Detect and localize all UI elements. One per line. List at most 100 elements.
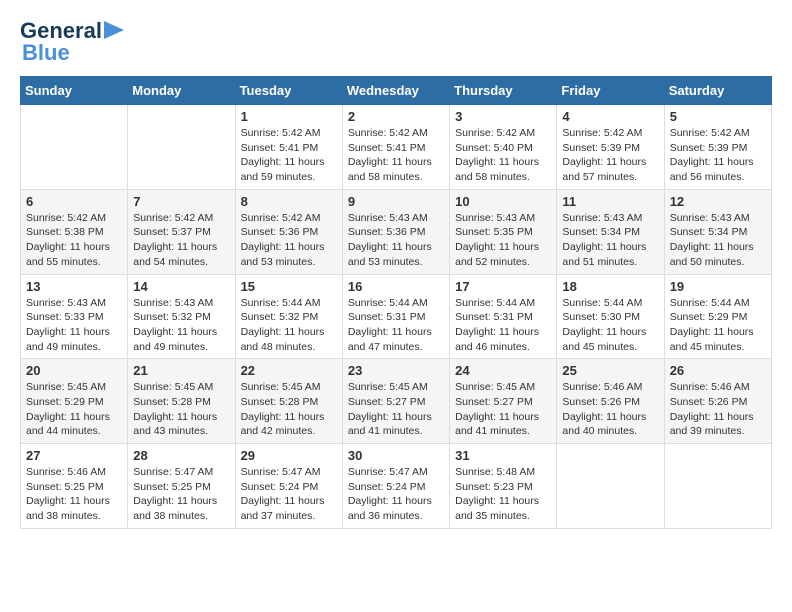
day-info: Sunrise: 5:47 AMSunset: 5:24 PMDaylight:… xyxy=(348,465,444,524)
day-info: Sunrise: 5:43 AMSunset: 5:32 PMDaylight:… xyxy=(133,296,229,355)
calendar-cell: 31 Sunrise: 5:48 AMSunset: 5:23 PMDayligh… xyxy=(450,444,557,529)
calendar-cell: 19 Sunrise: 5:44 AMSunset: 5:29 PMDayligh… xyxy=(664,274,771,359)
day-number: 23 xyxy=(348,363,444,378)
calendar-cell: 23 Sunrise: 5:45 AMSunset: 5:27 PMDayligh… xyxy=(342,359,449,444)
day-header-monday: Monday xyxy=(128,77,235,105)
day-number: 8 xyxy=(241,194,337,209)
day-info: Sunrise: 5:48 AMSunset: 5:23 PMDaylight:… xyxy=(455,465,551,524)
day-number: 11 xyxy=(562,194,658,209)
day-info: Sunrise: 5:43 AMSunset: 5:34 PMDaylight:… xyxy=(670,211,766,270)
day-info: Sunrise: 5:43 AMSunset: 5:34 PMDaylight:… xyxy=(562,211,658,270)
calendar-cell: 2Sunrise: 5:42 AMSunset: 5:41 PMDaylight… xyxy=(342,105,449,190)
calendar-cell: 28Sunrise: 5:47 AMSunset: 5:25 PMDayligh… xyxy=(128,444,235,529)
day-info: Sunrise: 5:42 AMSunset: 5:37 PMDaylight:… xyxy=(133,211,229,270)
logo-arrow-icon xyxy=(104,21,124,39)
day-number: 1 xyxy=(241,109,337,124)
calendar-cell xyxy=(557,444,664,529)
day-number: 22 xyxy=(241,363,337,378)
calendar-cell: 18 Sunrise: 5:44 AMSunset: 5:30 PMDayligh… xyxy=(557,274,664,359)
day-info: Sunrise: 5:42 AMSunset: 5:39 PMDaylight:… xyxy=(670,126,766,185)
day-number: 26 xyxy=(670,363,766,378)
day-info: Sunrise: 5:44 AMSunset: 5:32 PMDaylight:… xyxy=(241,296,337,355)
calendar-cell: 12Sunrise: 5:43 AMSunset: 5:34 PMDayligh… xyxy=(664,189,771,274)
day-info: Sunrise: 5:42 AMSunset: 5:41 PMDaylight:… xyxy=(241,126,337,185)
day-number: 15 xyxy=(241,279,337,294)
day-info: Sunrise: 5:43 AMSunset: 5:33 PMDaylight:… xyxy=(26,296,122,355)
days-header-row: SundayMondayTuesdayWednesdayThursdayFrid… xyxy=(21,77,772,105)
day-header-friday: Friday xyxy=(557,77,664,105)
logo-text: General xyxy=(20,20,102,42)
day-number: 5 xyxy=(670,109,766,124)
week-row-4: 20Sunrise: 5:45 AMSunset: 5:29 PMDayligh… xyxy=(21,359,772,444)
day-info: Sunrise: 5:42 AMSunset: 5:41 PMDaylight:… xyxy=(348,126,444,185)
day-header-wednesday: Wednesday xyxy=(342,77,449,105)
day-info: Sunrise: 5:47 AMSunset: 5:25 PMDaylight:… xyxy=(133,465,229,524)
calendar-cell: 11 Sunrise: 5:43 AMSunset: 5:34 PMDayligh… xyxy=(557,189,664,274)
calendar-cell: 24 Sunrise: 5:45 AMSunset: 5:27 PMDayligh… xyxy=(450,359,557,444)
calendar-cell: 30Sunrise: 5:47 AMSunset: 5:24 PMDayligh… xyxy=(342,444,449,529)
calendar-cell: 10 Sunrise: 5:43 AMSunset: 5:35 PMDayligh… xyxy=(450,189,557,274)
day-number: 29 xyxy=(241,448,337,463)
day-info: Sunrise: 5:43 AMSunset: 5:36 PMDaylight:… xyxy=(348,211,444,270)
calendar-cell: 22Sunrise: 5:45 AMSunset: 5:28 PMDayligh… xyxy=(235,359,342,444)
day-number: 31 xyxy=(455,448,551,463)
day-number: 13 xyxy=(26,279,122,294)
calendar-cell: 20Sunrise: 5:45 AMSunset: 5:29 PMDayligh… xyxy=(21,359,128,444)
day-number: 10 xyxy=(455,194,551,209)
day-info: Sunrise: 5:44 AMSunset: 5:31 PMDaylight:… xyxy=(455,296,551,355)
day-info: Sunrise: 5:46 AMSunset: 5:26 PMDaylight:… xyxy=(562,380,658,439)
day-info: Sunrise: 5:45 AMSunset: 5:27 PMDaylight:… xyxy=(455,380,551,439)
day-info: Sunrise: 5:47 AMSunset: 5:24 PMDaylight:… xyxy=(241,465,337,524)
calendar-cell: 27Sunrise: 5:46 AMSunset: 5:25 PMDayligh… xyxy=(21,444,128,529)
week-row-1: 1 Sunrise: 5:42 AMSunset: 5:41 PMDaylight… xyxy=(21,105,772,190)
day-info: Sunrise: 5:42 AMSunset: 5:36 PMDaylight:… xyxy=(241,211,337,270)
day-number: 16 xyxy=(348,279,444,294)
calendar-header: General Blue xyxy=(20,20,772,66)
day-number: 14 xyxy=(133,279,229,294)
day-info: Sunrise: 5:46 AMSunset: 5:26 PMDaylight:… xyxy=(670,380,766,439)
day-info: Sunrise: 5:44 AMSunset: 5:31 PMDaylight:… xyxy=(348,296,444,355)
day-info: Sunrise: 5:45 AMSunset: 5:29 PMDaylight:… xyxy=(26,380,122,439)
day-info: Sunrise: 5:42 AMSunset: 5:38 PMDaylight:… xyxy=(26,211,122,270)
day-number: 17 xyxy=(455,279,551,294)
week-row-3: 13 Sunrise: 5:43 AMSunset: 5:33 PMDayligh… xyxy=(21,274,772,359)
calendar-cell xyxy=(21,105,128,190)
day-number: 7 xyxy=(133,194,229,209)
calendar-cell: 6 Sunrise: 5:42 AMSunset: 5:38 PMDaylight… xyxy=(21,189,128,274)
calendar-cell: 26 Sunrise: 5:46 AMSunset: 5:26 PMDayligh… xyxy=(664,359,771,444)
calendar-cell: 25 Sunrise: 5:46 AMSunset: 5:26 PMDayligh… xyxy=(557,359,664,444)
logo-blue: Blue xyxy=(22,40,70,66)
day-number: 19 xyxy=(670,279,766,294)
day-number: 3 xyxy=(455,109,551,124)
week-row-2: 6 Sunrise: 5:42 AMSunset: 5:38 PMDaylight… xyxy=(21,189,772,274)
calendar-cell: 1 Sunrise: 5:42 AMSunset: 5:41 PMDaylight… xyxy=(235,105,342,190)
calendar-cell xyxy=(664,444,771,529)
day-header-thursday: Thursday xyxy=(450,77,557,105)
day-number: 24 xyxy=(455,363,551,378)
week-row-5: 27Sunrise: 5:46 AMSunset: 5:25 PMDayligh… xyxy=(21,444,772,529)
calendar-cell: 3Sunrise: 5:42 AMSunset: 5:40 PMDaylight… xyxy=(450,105,557,190)
day-info: Sunrise: 5:44 AMSunset: 5:30 PMDaylight:… xyxy=(562,296,658,355)
calendar-cell xyxy=(128,105,235,190)
day-number: 25 xyxy=(562,363,658,378)
calendar-cell: 9 Sunrise: 5:43 AMSunset: 5:36 PMDaylight… xyxy=(342,189,449,274)
day-info: Sunrise: 5:43 AMSunset: 5:35 PMDaylight:… xyxy=(455,211,551,270)
day-info: Sunrise: 5:45 AMSunset: 5:28 PMDaylight:… xyxy=(133,380,229,439)
calendar-table: SundayMondayTuesdayWednesdayThursdayFrid… xyxy=(20,76,772,529)
day-number: 9 xyxy=(348,194,444,209)
calendar-cell: 21 Sunrise: 5:45 AMSunset: 5:28 PMDayligh… xyxy=(128,359,235,444)
day-info: Sunrise: 5:45 AMSunset: 5:27 PMDaylight:… xyxy=(348,380,444,439)
day-header-sunday: Sunday xyxy=(21,77,128,105)
calendar-cell: 8 Sunrise: 5:42 AMSunset: 5:36 PMDaylight… xyxy=(235,189,342,274)
calendar-cell: 15 Sunrise: 5:44 AMSunset: 5:32 PMDayligh… xyxy=(235,274,342,359)
calendar-cell: 14 Sunrise: 5:43 AMSunset: 5:32 PMDayligh… xyxy=(128,274,235,359)
logo: General Blue xyxy=(20,20,124,66)
calendar-container: General Blue SundayMondayTuesdayWednesda… xyxy=(20,20,772,529)
day-info: Sunrise: 5:44 AMSunset: 5:29 PMDaylight:… xyxy=(670,296,766,355)
calendar-cell: 16 Sunrise: 5:44 AMSunset: 5:31 PMDayligh… xyxy=(342,274,449,359)
day-number: 21 xyxy=(133,363,229,378)
calendar-cell: 13 Sunrise: 5:43 AMSunset: 5:33 PMDayligh… xyxy=(21,274,128,359)
calendar-cell: 7 Sunrise: 5:42 AMSunset: 5:37 PMDaylight… xyxy=(128,189,235,274)
day-number: 18 xyxy=(562,279,658,294)
day-number: 6 xyxy=(26,194,122,209)
